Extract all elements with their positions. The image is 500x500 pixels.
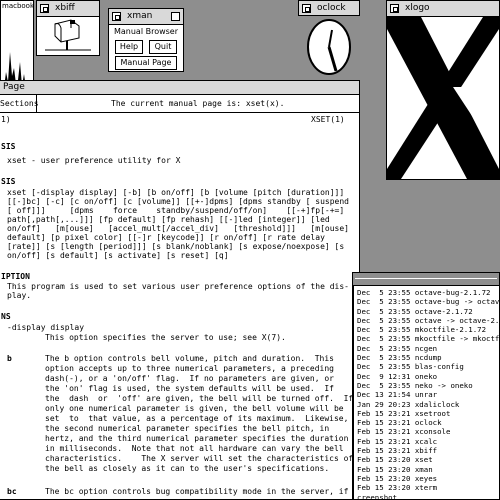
close-box-icon[interactable] bbox=[112, 12, 121, 21]
option-text: characteristics. The X server will set t… bbox=[45, 454, 354, 463]
terminal-line: Dec 5 23:55 octave-bug -> octave-bu bbox=[357, 297, 499, 307]
synopsis-line: xset [-display display] [-b] [b on/off] … bbox=[7, 188, 345, 197]
option-text: The bc option controls bug compatibility… bbox=[45, 487, 349, 496]
terminal-line: creenshot bbox=[357, 492, 398, 499]
xbiff-window[interactable]: xbiff bbox=[36, 0, 100, 56]
section-description: IPTION bbox=[1, 272, 30, 281]
description-line: This program is used to set various user… bbox=[7, 282, 349, 291]
window-title: Page bbox=[3, 82, 25, 92]
synopsis-line: [[-]bc] [-c] [c on/off] [c [volume]] [[+… bbox=[7, 197, 349, 206]
mailbox-icon[interactable] bbox=[39, 18, 97, 54]
terminal-line: Feb 15 23:20 xeyes bbox=[357, 473, 438, 483]
terminal-line: Feb 15 23:21 xsetroot bbox=[357, 408, 451, 418]
terminal-line: Dec 5 23:55 ncdump bbox=[357, 353, 442, 363]
clock-face-icon bbox=[307, 19, 351, 75]
terminal-line: Dec 5 23:55 mkoctfile -> mkoctfile- bbox=[357, 334, 499, 344]
quit-button[interactable]: Quit bbox=[149, 40, 177, 54]
manual-browser-label: Manual Browser bbox=[113, 27, 179, 36]
oclock-titlebar[interactable]: oclock bbox=[298, 0, 360, 16]
terminal-line: Feb 15 23:21 xconsole bbox=[357, 427, 451, 437]
option-text: This option specifies the server to use;… bbox=[45, 333, 286, 342]
option-text: option accepts up to three numerical par… bbox=[45, 364, 334, 373]
manpage-text[interactable]: 1) XSET(1) SIS xset - user preference ut… bbox=[0, 114, 359, 499]
synopsis-line: path[,path[,...]]] [fp default] [fp reha… bbox=[7, 215, 330, 224]
option-name: b bbox=[7, 354, 12, 363]
terminal-line: Feb 15 23:21 oclock bbox=[357, 418, 442, 428]
manual-page-button[interactable]: Manual Page bbox=[115, 56, 177, 70]
oclock-window[interactable]: oclock bbox=[298, 0, 360, 80]
option-text: hertz, and the third numerical parameter… bbox=[45, 434, 349, 443]
xbiff-titlebar[interactable]: xbiff bbox=[37, 1, 99, 17]
terminal-line: Feb 15 23:21 xbiff bbox=[357, 446, 438, 456]
option-name: bc bbox=[7, 487, 17, 496]
terminal-line: Feb 15 23:21 xcalc bbox=[357, 436, 438, 446]
xterm-window[interactable]: Dec 5 23:55 octave-bug-2.1.72 Dec 5 23:55… bbox=[352, 272, 500, 500]
option-text: the dash or 'off' are given, the bell wi… bbox=[45, 394, 354, 403]
synopsis-line: [rate]] [s [length [period]]] [s blank/n… bbox=[7, 242, 345, 251]
terminal-line: Feb 15 23:20 xman bbox=[357, 464, 433, 474]
option-text: set to that value, as a percentage of it… bbox=[45, 414, 349, 423]
manpage-titlebar[interactable]: Page bbox=[0, 81, 359, 95]
option-text: in milliseconds. Note that not all hardw… bbox=[45, 444, 344, 453]
option-text: dash(-), or a 'on/off' flag. If no param… bbox=[45, 374, 334, 383]
xman-window[interactable]: xman Manual Browser Help Quit Manual Pag… bbox=[108, 8, 184, 72]
section-synopsis: SIS bbox=[1, 177, 16, 186]
option-text: the bell as closely as it can to the use… bbox=[45, 464, 330, 473]
close-box-icon[interactable] bbox=[390, 4, 399, 13]
option-text: the 'on' flag is used, the system defaul… bbox=[45, 384, 334, 393]
x-logo-icon bbox=[387, 17, 499, 179]
resize-box-icon[interactable] bbox=[171, 12, 180, 21]
sections-button[interactable]: Sections bbox=[0, 95, 39, 112]
description-line: play. bbox=[7, 291, 32, 300]
terminal-line: Feb 15 23:20 xset bbox=[357, 455, 433, 465]
option-text: the second numerical parameter specifies… bbox=[45, 424, 330, 433]
close-box-icon[interactable] bbox=[40, 4, 49, 13]
page-header-left: 1) bbox=[1, 115, 11, 124]
section-options: NS bbox=[1, 312, 11, 321]
terminal-line: Dec 5 23:55 neko -> oneko bbox=[357, 380, 473, 390]
option-name: -display display bbox=[7, 323, 85, 332]
section-name: SIS bbox=[1, 142, 16, 151]
terminal-line: Dec 5 23:55 blas-config bbox=[357, 362, 464, 372]
synopsis-line: [ off]]] [dpms force standby/suspend/off… bbox=[7, 206, 345, 215]
terminal-line: Jan 29 20:23 xdaliclock bbox=[357, 399, 460, 409]
synopsis-line: on/off] [s default] [s activate] [s rese… bbox=[7, 251, 229, 260]
terminal-line: Dec 13 21:54 unrar bbox=[357, 390, 438, 400]
terminal-output[interactable]: Dec 5 23:55 octave-bug-2.1.72 Dec 5 23:55… bbox=[353, 285, 499, 499]
close-box-icon[interactable] bbox=[302, 4, 311, 13]
terminal-line: Dec 9 12:31 oneko bbox=[357, 371, 438, 381]
window-title: xman bbox=[127, 11, 153, 21]
window-title: oclock bbox=[317, 3, 346, 13]
terminal-line: Dec 5 23:55 ncgen bbox=[357, 343, 438, 353]
terminal-line: Dec 5 23:55 octave -> octave-2.1.72 bbox=[357, 315, 499, 325]
name-line: xset - user preference utility for X bbox=[7, 156, 181, 165]
terminal-line: Feb 15 23:20 xterm bbox=[357, 483, 438, 493]
terminal-line: Dec 5 23:55 octave-2.1.72 bbox=[357, 306, 473, 316]
host-label: macbook bbox=[2, 2, 35, 10]
manual-page-window[interactable]: Page Sections The current manual page is… bbox=[0, 80, 360, 500]
help-button[interactable]: Help bbox=[115, 40, 143, 54]
page-header-right: XSET(1) bbox=[311, 115, 345, 124]
terminal-line: Dec 5 23:55 mkoctfile-2.1.72 bbox=[357, 325, 487, 335]
terminal-line: Dec 5 23:55 octave-bug-2.1.72 bbox=[357, 288, 491, 297]
xterm-titlebar[interactable] bbox=[353, 273, 499, 285]
manpage-menubar: Sections The current manual page is: xse… bbox=[0, 95, 359, 113]
xlogo-titlebar[interactable]: xlogo bbox=[387, 1, 499, 17]
option-text: only one numerical parameter is given, t… bbox=[45, 404, 344, 413]
synopsis-line: default] [p pixel color] [[-]r [keycode]… bbox=[7, 233, 325, 242]
xlogo-window[interactable]: xlogo bbox=[386, 0, 500, 180]
window-title: xbiff bbox=[55, 3, 75, 13]
current-page-label: The current manual page is: xset(x). bbox=[111, 99, 285, 108]
xman-titlebar[interactable]: xman bbox=[109, 9, 183, 25]
synopsis-line: on/off] [m[ouse] [accel_mult[/accel_div]… bbox=[7, 224, 349, 233]
window-title: xlogo bbox=[405, 3, 430, 13]
option-text: The b option controls bell volume, pitch… bbox=[45, 354, 334, 363]
